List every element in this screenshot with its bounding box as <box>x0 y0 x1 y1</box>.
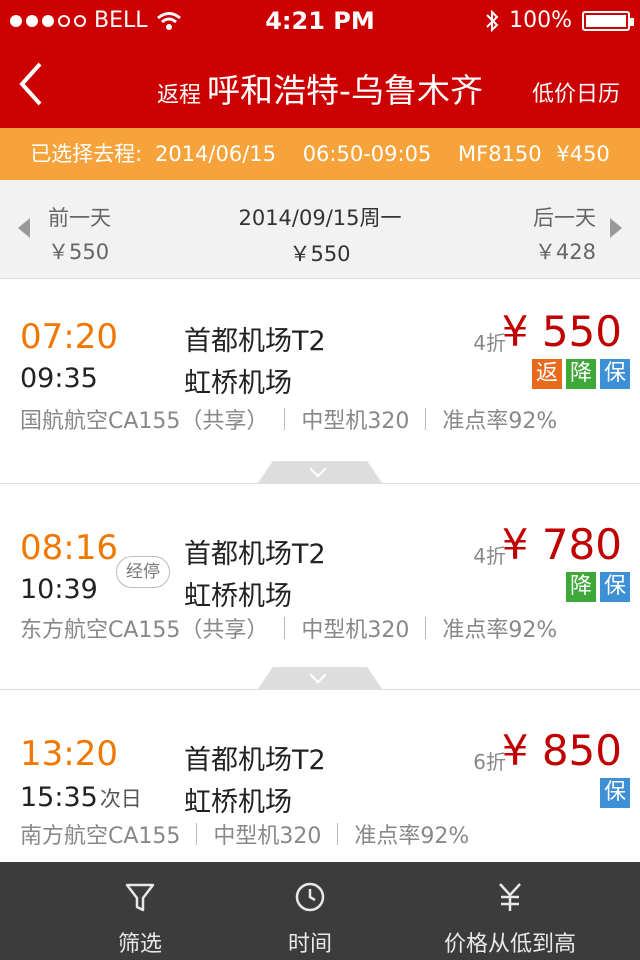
next-day-label: 后一天 <box>533 206 596 230</box>
bluetooth-icon <box>486 9 499 32</box>
next-day-price: ￥428 <box>534 240 596 264</box>
filter-icon <box>125 883 155 912</box>
arrival-airport: 虹桥机场 <box>184 581 292 612</box>
selected-time: 06:50-09:05 <box>302 142 432 166</box>
insurance-badge: 保 <box>600 778 630 808</box>
selected-flight: MF8150 <box>458 142 542 166</box>
arrival-airport: 虹桥机场 <box>184 368 292 399</box>
clock-icon <box>295 882 325 912</box>
chevron-down-icon <box>309 667 327 684</box>
flight-row[interactable]: 13:20 15:35次日 首都机场T2 虹桥机场 6折 ¥ 850 保 南方航… <box>0 690 640 862</box>
flight-row[interactable]: 08:16 10:39 经停 首都机场T2 虹桥机场 4折 ¥ 780 降 保 … <box>0 484 640 689</box>
airline: 南方航空CA155 <box>20 824 181 849</box>
arrival-time: 15:35次日 <box>20 782 142 813</box>
selected-label: 已选择去程: <box>30 142 143 166</box>
price: ¥ 850 <box>501 726 622 775</box>
next-day-marker: 次日 <box>99 787 142 811</box>
expand-tab[interactable] <box>258 667 382 689</box>
badge-group: 保 <box>600 778 630 808</box>
arrival-airport: 虹桥机场 <box>184 787 292 818</box>
airline: 国航航空CA155（共享） <box>20 409 269 434</box>
badge-group: 降 保 <box>566 572 630 602</box>
insurance-badge: 保 <box>600 359 630 389</box>
time-sort-button[interactable]: 时间 <box>230 862 390 960</box>
departure-time: 13:20 <box>20 734 118 774</box>
price-drop-badge: 降 <box>566 359 596 389</box>
plane-type: 中型机320 <box>213 824 322 849</box>
selected-outbound-bar: 已选择去程: 2014/06/15 06:50-09:05 MF8150 ¥45… <box>0 128 640 180</box>
date-navigation: 前一天 ￥550 2014/09/15周一 ￥550 后一天 ￥428 <box>0 180 640 279</box>
title-route: 呼和浩特-乌鲁木齐 <box>207 71 483 110</box>
bottom-toolbar: 筛选 时间 价格从低到高 <box>0 862 640 960</box>
status-bar: BELL 4:21 PM 100% <box>0 0 640 40</box>
ontime-rate: 准点率92% <box>442 409 558 434</box>
chevron-down-icon <box>309 461 327 478</box>
header-bar: BELL 4:21 PM 100% 返程 呼和浩特-乌鲁木齐 低价日历 <box>0 0 640 128</box>
price: ¥ 550 <box>501 307 622 356</box>
departure-airport: 首都机场T2 <box>184 326 326 357</box>
ontime-rate: 准点率92% <box>442 618 558 643</box>
battery-icon <box>582 10 634 31</box>
yuan-icon <box>499 883 521 911</box>
battery-percent: 100% <box>509 8 572 33</box>
price-drop-badge: 降 <box>566 572 596 602</box>
right-triangle-icon[interactable] <box>610 218 622 238</box>
flight-info: 东方航空CA155（共享） 中型机320 准点率92% <box>20 612 557 644</box>
stopover-badge: 经停 <box>116 556 170 588</box>
time-label: 时间 <box>287 932 332 957</box>
departure-time: 08:16 <box>20 528 118 568</box>
plane-type: 中型机320 <box>301 409 410 434</box>
filter-label: 筛选 <box>117 932 162 957</box>
arrival-time: 09:35 <box>20 363 98 394</box>
flight-info: 国航航空CA155（共享） 中型机320 准点率92% <box>20 403 557 435</box>
departure-airport: 首都机场T2 <box>184 745 326 776</box>
badge-group: 返 降 保 <box>532 359 630 389</box>
ontime-rate: 准点率92% <box>354 824 470 849</box>
low-price-calendar-button[interactable]: 低价日历 <box>532 76 620 108</box>
arrival-time: 10:39 <box>20 574 98 605</box>
plane-type: 中型机320 <box>301 618 410 643</box>
insurance-badge: 保 <box>600 572 630 602</box>
price-sort-button[interactable]: 价格从低到高 <box>420 862 600 960</box>
expand-tab[interactable] <box>258 461 382 483</box>
left-triangle-icon[interactable] <box>18 218 30 238</box>
next-day-button[interactable]: 后一天 ￥428 <box>533 202 596 266</box>
selected-date: 2014/06/15 <box>154 142 276 166</box>
price-sort-label: 价格从低到高 <box>443 932 576 957</box>
flight-row[interactable]: 07:20 09:35 首都机场T2 虹桥机场 4折 ¥ 550 返 降 保 国… <box>0 279 640 483</box>
price: ¥ 780 <box>501 520 622 569</box>
filter-button[interactable]: 筛选 <box>60 862 220 960</box>
departure-time: 07:20 <box>20 317 118 357</box>
departure-airport: 首都机场T2 <box>184 539 326 570</box>
airline: 东方航空CA155（共享） <box>20 618 269 643</box>
flight-info: 南方航空CA155 中型机320 准点率92% <box>20 818 469 850</box>
selected-price: ¥450 <box>556 142 610 166</box>
arrival-time-value: 15:35 <box>20 782 98 813</box>
title-prefix: 返程 <box>157 83 202 108</box>
cashback-badge: 返 <box>532 359 562 389</box>
